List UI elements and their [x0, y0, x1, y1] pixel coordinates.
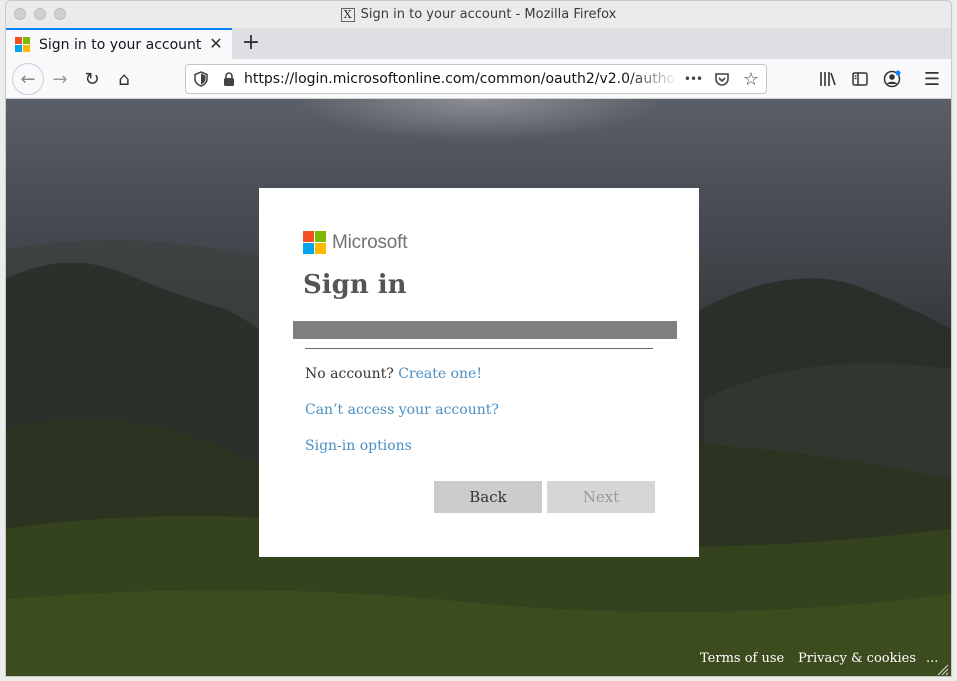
redacted-bar — [293, 321, 677, 339]
url-text: https://login.microsoftonline.com/common… — [244, 71, 674, 87]
shield-icon[interactable] — [192, 70, 210, 88]
microsoft-logo-icon — [303, 231, 326, 254]
cant-access-row: Can’t access your account? — [305, 402, 499, 418]
tab-signin[interactable]: Sign in to your account ✕ — [6, 28, 232, 59]
sidebar-button[interactable] — [846, 65, 874, 93]
signin-options-row: Sign-in options — [305, 438, 412, 454]
pocket-icon[interactable] — [713, 70, 731, 88]
arrow-right-icon: → — [52, 68, 68, 90]
title-bar: X Sign in to your account - Mozilla Fire… — [6, 1, 951, 28]
no-account-text: No account? — [305, 366, 394, 382]
no-account-row: No account? Create one! — [305, 366, 482, 382]
back-button-form[interactable]: Back — [434, 481, 542, 513]
signin-card: Microsoft Sign in No account? Create one… — [259, 188, 699, 557]
arrow-left-icon: ← — [20, 68, 36, 90]
url-fade — [626, 67, 678, 91]
tab-strip: Sign in to your account ✕ + — [6, 28, 951, 59]
close-tab-icon[interactable]: ✕ — [207, 35, 225, 53]
back-button[interactable]: ← — [12, 63, 44, 95]
url-bar[interactable]: https://login.microsoftonline.com/common… — [185, 64, 767, 94]
microsoft-favicon-icon — [15, 36, 31, 53]
more-actions-icon[interactable]: ••• — [684, 70, 703, 88]
reload-button[interactable]: ↻ — [78, 65, 106, 93]
signin-options-link[interactable]: Sign-in options — [305, 438, 412, 454]
cant-access-account-link[interactable]: Can’t access your account? — [305, 402, 499, 418]
page-title: Sign in — [303, 270, 407, 300]
microsoft-wordmark: Microsoft — [332, 231, 408, 253]
lock-icon[interactable] — [220, 70, 238, 88]
microsoft-logo: Microsoft — [303, 231, 407, 254]
window-title: Sign in to your account - Mozilla Firefo… — [360, 7, 617, 22]
sidebar-icon — [852, 72, 868, 86]
new-tab-button[interactable]: + — [238, 30, 264, 56]
reload-icon: ↻ — [84, 68, 100, 90]
page-content: Microsoft Sign in No account? Create one… — [6, 99, 951, 676]
privacy-cookies-link[interactable]: Privacy & cookies — [798, 651, 916, 666]
hamburger-menu-icon: ☰ — [923, 68, 941, 90]
terms-of-use-link[interactable]: Terms of use — [700, 651, 784, 666]
library-button[interactable] — [814, 65, 842, 93]
navigation-toolbar: ← → ↻ ⌂ https://login.microsoftonline.co… — [6, 59, 951, 99]
app-icon: X — [340, 7, 355, 22]
maximize-window-button[interactable] — [54, 8, 66, 20]
app-menu-button[interactable]: ☰ — [918, 65, 946, 93]
window-controls — [14, 8, 66, 20]
close-window-button[interactable] — [14, 8, 26, 20]
resize-grip-icon[interactable] — [937, 664, 949, 676]
next-button[interactable]: Next — [547, 481, 655, 513]
browser-window: X Sign in to your account - Mozilla Fire… — [5, 0, 952, 677]
email-input[interactable] — [305, 341, 653, 349]
star-icon[interactable]: ☆ — [742, 69, 760, 90]
home-icon: ⌂ — [118, 68, 130, 90]
create-account-link[interactable]: Create one! — [398, 366, 482, 382]
forward-button[interactable]: → — [46, 65, 74, 93]
minimize-window-button[interactable] — [34, 8, 46, 20]
home-button[interactable]: ⌂ — [110, 65, 138, 93]
library-icon — [820, 72, 836, 86]
account-icon — [883, 70, 901, 88]
account-button[interactable] — [878, 65, 906, 93]
tab-label: Sign in to your account — [39, 36, 202, 53]
